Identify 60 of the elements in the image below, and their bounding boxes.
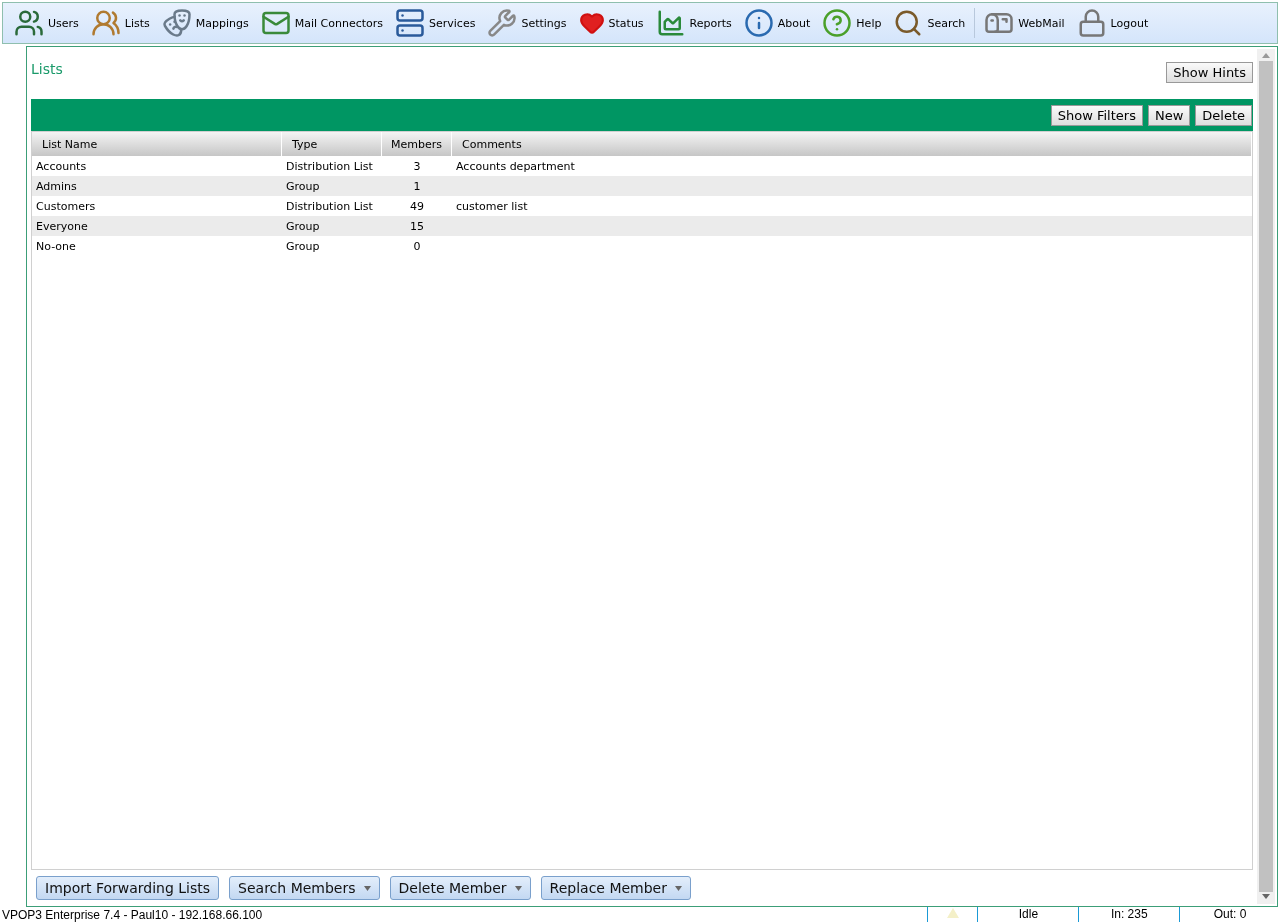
toolbar-item[interactable]: About	[740, 8, 814, 38]
table-cell-text: Admins	[35, 178, 78, 195]
users-icon	[14, 8, 44, 38]
toolbar-item[interactable]: Status	[575, 10, 647, 36]
toolbar-item[interactable]: Settings	[484, 8, 570, 38]
heart-icon	[578, 10, 605, 36]
table-cell-text: Group	[285, 178, 321, 195]
status-state: Idle	[977, 907, 1079, 922]
show-hints-button[interactable]: Show Hints	[1166, 62, 1253, 83]
action-button[interactable]: Import Forwarding Lists	[36, 876, 220, 900]
toolbar-item[interactable]: Services	[392, 8, 479, 38]
scroll-down-icon[interactable]	[1262, 894, 1270, 900]
caret-icon	[675, 885, 682, 891]
status-text: VPOP3 Enterprise 7.4 - Paul10 - 192.168.66.100	[1, 907, 264, 922]
table-cell-text: Group	[285, 218, 321, 235]
action-button[interactable]: Show Filters	[1050, 104, 1143, 126]
toolbar-item[interactable]: Users	[11, 8, 82, 38]
table-cell-text: Group	[285, 238, 321, 255]
user-group-icon	[90, 8, 121, 38]
caret-icon	[363, 885, 371, 891]
action-button[interactable]: New	[1147, 104, 1191, 126]
scroll-up-icon[interactable]	[1262, 53, 1270, 59]
table-cell-text: Distribution List	[285, 198, 374, 215]
toolbar-item[interactable]: Reports	[652, 8, 735, 38]
table-cell-text: Everyone	[35, 218, 89, 235]
scrollbar[interactable]	[1257, 49, 1275, 904]
toolbar-item[interactable]: Lists	[87, 8, 153, 38]
page-title: Lists	[31, 61, 63, 77]
wrench-icon	[487, 8, 518, 38]
caret-icon	[514, 885, 522, 891]
table-cell-text: Accounts department	[455, 158, 576, 175]
dropdown-button[interactable]: Search Members	[229, 876, 380, 900]
toolbar-item[interactable]: Mappings	[158, 8, 252, 38]
table-cell-text: Distribution List	[285, 158, 374, 175]
table-row[interactable]: Everyone Group 15	[32, 216, 1252, 236]
table-cell-text: Customers	[35, 198, 97, 215]
warning-icon	[946, 908, 959, 918]
toolbar-item[interactable]: Mail Connectors	[257, 8, 387, 38]
table-cell-text: 15	[409, 218, 425, 235]
toolbar-item[interactable]: WebMail	[981, 8, 1068, 38]
help-icon	[822, 8, 853, 38]
toolbar-item[interactable]: Search	[890, 8, 969, 38]
table-cell-text: 49	[409, 198, 425, 215]
action-button[interactable]: Delete	[1195, 104, 1252, 126]
server-icon	[395, 8, 426, 38]
table-cell-text: 3	[412, 158, 422, 175]
table-cell-text: customer list	[455, 198, 529, 215]
table-cell-text: 1	[412, 178, 422, 195]
masks-icon	[161, 8, 192, 38]
toolbar-item[interactable]: Help	[819, 8, 885, 38]
dropdown-button[interactable]: Delete Member	[389, 876, 531, 900]
dropdown-button[interactable]: Replace Member	[540, 876, 691, 900]
table-cell-text: Accounts	[35, 158, 88, 175]
status-in: In: 235	[1078, 907, 1180, 922]
info-icon	[743, 8, 774, 38]
table-cell-text: 0	[412, 238, 422, 255]
toolbar-item[interactable]: Logout	[1073, 8, 1152, 38]
table-cell-text: No-one	[35, 238, 77, 255]
table-row[interactable]: Admins Group 1	[32, 176, 1252, 196]
status-out: Out: 0	[1179, 907, 1280, 922]
